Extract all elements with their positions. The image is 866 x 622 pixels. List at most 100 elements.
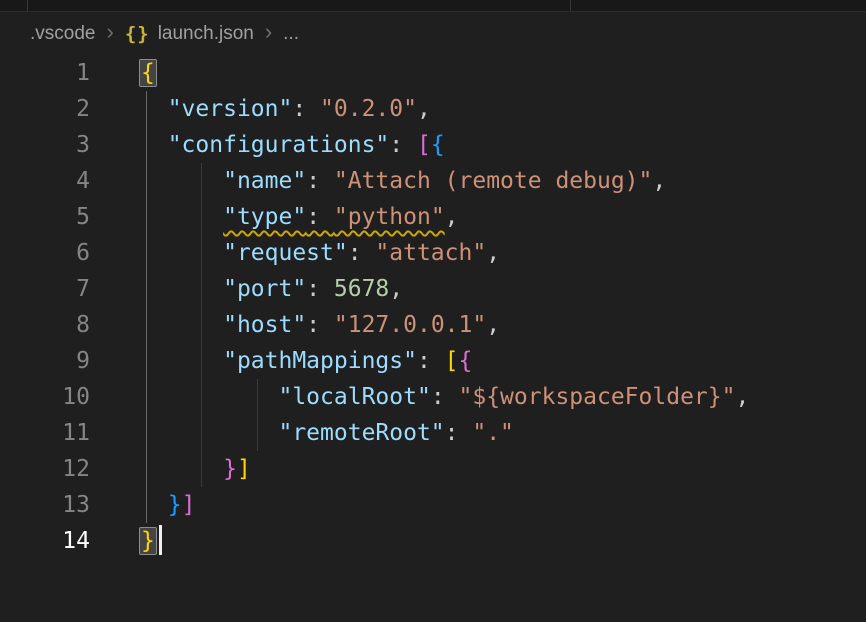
line-number[interactable]: 14	[0, 523, 90, 559]
code-editor[interactable]: 1{2 "version": "0.2.0",3 "configurations…	[0, 55, 866, 559]
line-content: "localRoot": "${workspaceFolder}",	[90, 379, 749, 415]
breadcrumb-file[interactable]: {} launch.json	[125, 23, 254, 45]
token-punct: ,	[735, 384, 749, 410]
token-str: "python"	[334, 204, 445, 230]
token-key: "remoteRoot"	[278, 420, 444, 446]
line-content: "name": "Attach (remote debug)",	[90, 163, 666, 199]
breadcrumb-file-label: launch.json	[158, 23, 254, 45]
token-str: "127.0.0.1"	[334, 312, 486, 338]
code-lines: 1{2 "version": "0.2.0",3 "configurations…	[0, 55, 866, 559]
tab-separator	[570, 0, 571, 11]
token-key: "port"	[223, 276, 306, 302]
code-line[interactable]: 9 "pathMappings": [{	[0, 343, 866, 379]
token-str: "Attach (remote debug)"	[334, 168, 653, 194]
token-num: 5678	[334, 276, 389, 302]
token-b3: {	[431, 132, 445, 158]
code-line[interactable]: 2 "version": "0.2.0",	[0, 91, 866, 127]
token-key: "request"	[223, 240, 348, 266]
tab-bar-edge	[0, 0, 866, 12]
token-str: "${workspaceFolder}"	[459, 384, 736, 410]
code-line[interactable]: 5 "type": "python",	[0, 199, 866, 235]
token-b1: [	[445, 348, 459, 374]
line-number[interactable]: 3	[0, 127, 90, 163]
line-content: "remoteRoot": "."	[90, 415, 514, 451]
token-punct: ,	[486, 312, 500, 338]
token-b2: ]	[182, 492, 196, 518]
token-str: "0.2.0"	[320, 96, 417, 122]
token-punct: :	[445, 420, 473, 446]
line-number[interactable]: 4	[0, 163, 90, 199]
token-key: "host"	[223, 312, 306, 338]
token-b3: }	[168, 492, 182, 518]
line-number[interactable]: 5	[0, 199, 90, 235]
breadcrumb-symbol[interactable]: ...	[283, 23, 299, 45]
breadcrumb: .vscode › {} launch.json › ...	[0, 12, 866, 55]
code-line[interactable]: 4 "name": "Attach (remote debug)",	[0, 163, 866, 199]
indent-whitespace	[140, 132, 168, 158]
token-b2: {	[459, 348, 473, 374]
line-number[interactable]: 2	[0, 91, 90, 127]
token-b2: }	[223, 456, 237, 482]
code-line[interactable]: 10 "localRoot": "${workspaceFolder}",	[0, 379, 866, 415]
tab-separator	[27, 0, 28, 11]
chevron-right-icon: ›	[106, 21, 113, 43]
token-key: "type"	[223, 204, 306, 230]
line-number[interactable]: 11	[0, 415, 90, 451]
line-content: }]	[90, 451, 251, 487]
line-number[interactable]: 1	[0, 55, 90, 91]
token-str: "attach"	[375, 240, 486, 266]
token-str: "."	[472, 420, 514, 446]
token-b1: }	[140, 528, 156, 554]
token-punct: ,	[652, 168, 666, 194]
line-number[interactable]: 10	[0, 379, 90, 415]
token-key: "localRoot"	[278, 384, 430, 410]
token-b1: {	[140, 60, 156, 86]
token-key: "configurations"	[168, 132, 390, 158]
line-number[interactable]: 12	[0, 451, 90, 487]
code-line[interactable]: 11 "remoteRoot": "."	[0, 415, 866, 451]
line-number[interactable]: 6	[0, 235, 90, 271]
code-line[interactable]: 12 }]	[0, 451, 866, 487]
code-line[interactable]: 6 "request": "attach",	[0, 235, 866, 271]
code-line[interactable]: 8 "host": "127.0.0.1",	[0, 307, 866, 343]
line-content: "type": "python",	[90, 199, 459, 235]
token-punct: :	[292, 96, 320, 122]
line-content: "pathMappings": [{	[90, 343, 472, 379]
token-punct: ,	[486, 240, 500, 266]
token-key: "pathMappings"	[223, 348, 417, 374]
token-punct: :	[417, 348, 445, 374]
json-file-icon: {}	[125, 23, 150, 45]
token-b2: [	[417, 132, 431, 158]
code-line[interactable]: 3 "configurations": [{	[0, 127, 866, 163]
breadcrumb-folder[interactable]: .vscode	[30, 23, 95, 45]
indent-whitespace	[140, 348, 223, 374]
token-punct: :	[389, 132, 417, 158]
indent-whitespace	[140, 168, 223, 194]
code-line[interactable]: 7 "port": 5678,	[0, 271, 866, 307]
line-number[interactable]: 13	[0, 487, 90, 523]
line-content: }	[90, 523, 162, 559]
indent-whitespace	[140, 384, 278, 410]
token-punct: :	[348, 240, 376, 266]
indent-whitespace	[140, 420, 278, 446]
token-punct: ,	[389, 276, 403, 302]
code-line[interactable]: 14}	[0, 523, 866, 559]
line-content: "host": "127.0.0.1",	[90, 307, 500, 343]
line-number[interactable]: 8	[0, 307, 90, 343]
token-punct: ,	[417, 96, 431, 122]
indent-whitespace	[140, 96, 168, 122]
token-punct: ,	[445, 204, 459, 230]
token-punct: :	[306, 312, 334, 338]
line-content: "request": "attach",	[90, 235, 500, 271]
token-b1: ]	[237, 456, 251, 482]
line-number[interactable]: 9	[0, 343, 90, 379]
line-content: }]	[90, 487, 195, 523]
code-line[interactable]: 13 }]	[0, 487, 866, 523]
code-line[interactable]: 1{	[0, 55, 866, 91]
vscode-editor: .vscode › {} launch.json › ... 1{2 "vers…	[0, 0, 866, 559]
text-cursor	[159, 525, 162, 555]
token-punct: :	[306, 276, 334, 302]
line-content: "version": "0.2.0",	[90, 91, 431, 127]
line-number[interactable]: 7	[0, 271, 90, 307]
token-punct: :	[431, 384, 459, 410]
